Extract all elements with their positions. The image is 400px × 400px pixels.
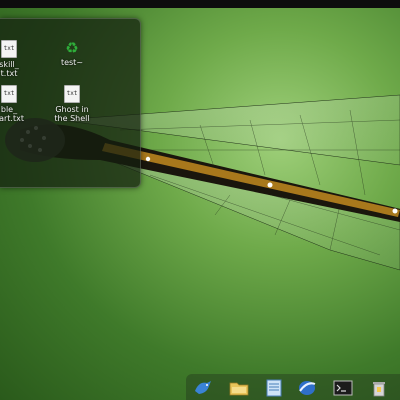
document-icon bbox=[266, 379, 282, 397]
bird-launcher[interactable] bbox=[192, 378, 214, 398]
desktop-icon-label: t.txt bbox=[0, 69, 18, 78]
text-file-icon: txt bbox=[1, 40, 17, 58]
text-file-icon: txt bbox=[64, 85, 80, 103]
folder-icon bbox=[229, 382, 249, 396]
desktop-icon-label: the Shell bbox=[54, 114, 90, 123]
desktop-icon-ble-txt[interactable]: txt ble_ nart.txt bbox=[0, 85, 40, 123]
trash-launcher[interactable] bbox=[368, 378, 390, 398]
text-file-icon: txt bbox=[1, 85, 17, 103]
desktop-icon-skill-txt[interactable]: txt skill_ t.txt bbox=[0, 40, 40, 78]
desktop-icon-ghost-in-the-shell[interactable]: txt Ghost in the Shell bbox=[41, 85, 103, 123]
folder-launcher[interactable] bbox=[228, 378, 250, 398]
desktop-icon-label: ble_ bbox=[0, 105, 18, 114]
desktop-icon-label: test~ bbox=[60, 58, 84, 67]
document-launcher[interactable] bbox=[263, 378, 285, 398]
desktop-icon-label: nart.txt bbox=[0, 114, 24, 123]
globe-icon bbox=[299, 381, 316, 395]
recycle-icon: ♻ bbox=[65, 39, 79, 57]
desktop-icon-label: Ghost in bbox=[55, 105, 89, 114]
desktop-icon-test[interactable]: ♻ test~ bbox=[41, 40, 103, 67]
terminal-icon bbox=[333, 380, 353, 396]
trash-icon bbox=[373, 382, 385, 397]
terminal-launcher[interactable] bbox=[332, 378, 354, 398]
bird-icon bbox=[195, 381, 211, 394]
browser-launcher[interactable] bbox=[296, 378, 318, 398]
desktop-icon-label: skill_ bbox=[0, 60, 19, 69]
